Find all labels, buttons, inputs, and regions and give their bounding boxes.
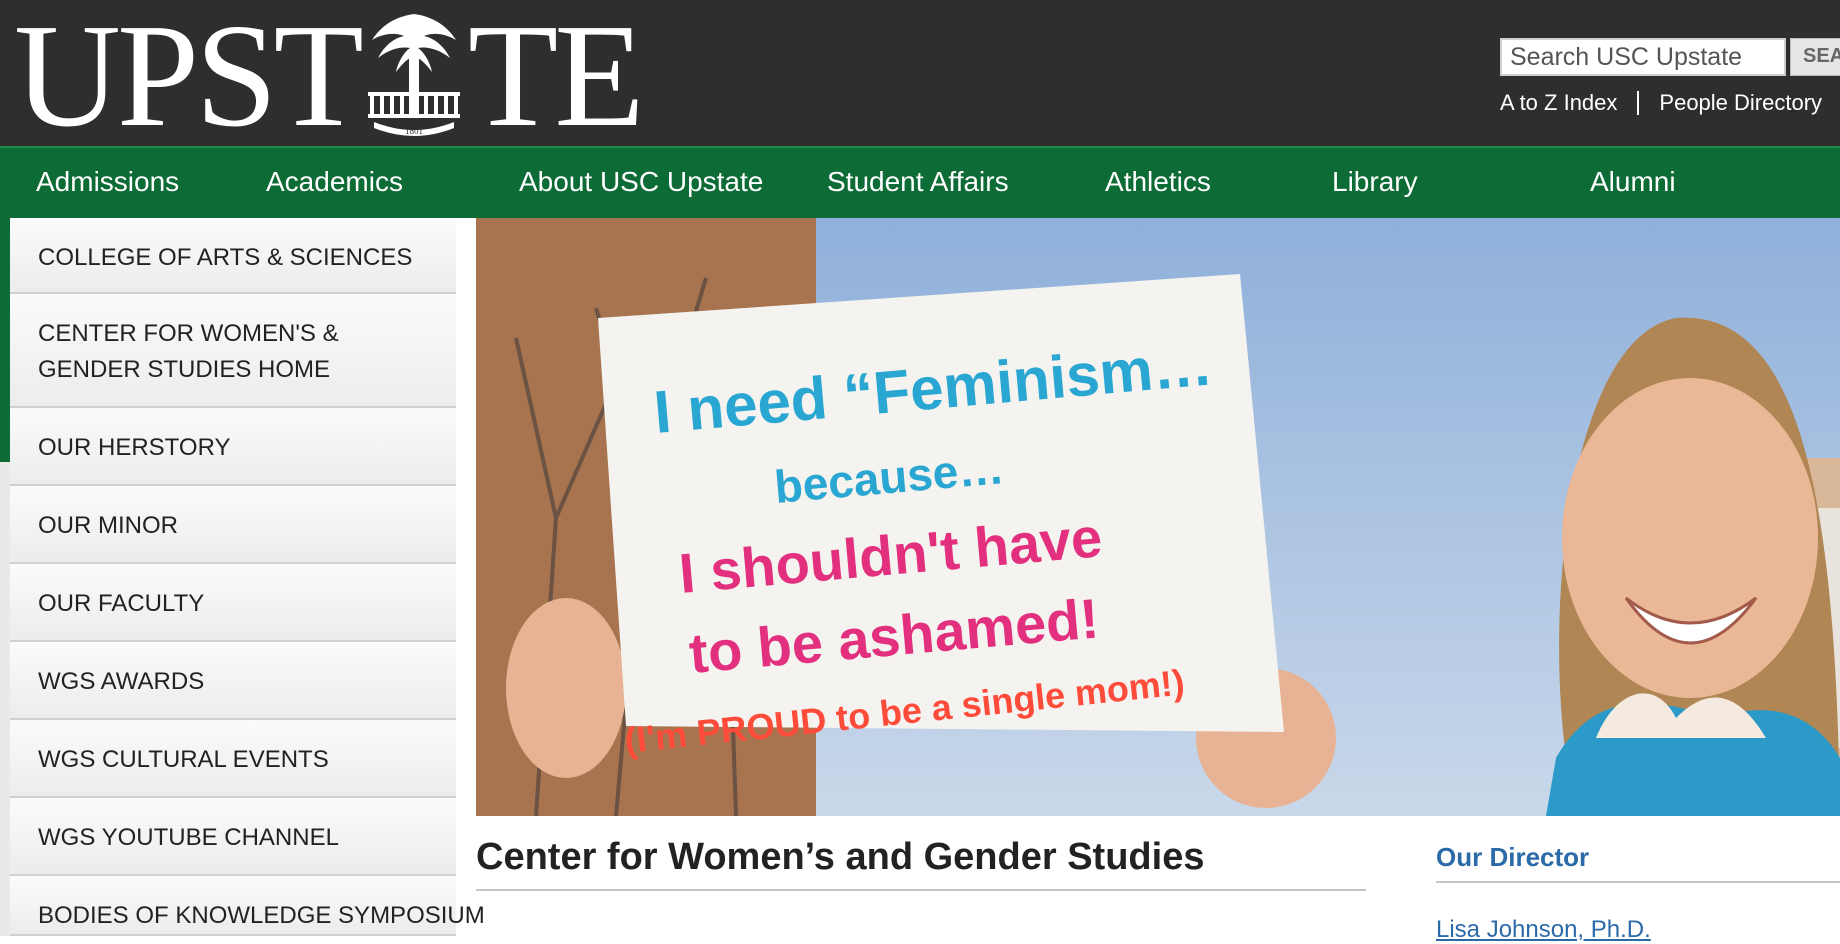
utility-divider bbox=[1637, 91, 1640, 115]
upstate-logo[interactable]: UPST 1801 TE bbox=[14, 2, 645, 150]
sidebar-item-awards[interactable]: WGS AWARDS bbox=[10, 642, 456, 720]
a-to-z-index-link[interactable]: A to Z Index bbox=[1500, 90, 1617, 116]
sidebar-item-herstory[interactable]: OUR HERSTORY bbox=[10, 408, 456, 486]
nav-student-affairs[interactable]: Student Affairs bbox=[827, 166, 1009, 198]
sidebar-item-minor[interactable]: OUR MINOR bbox=[10, 486, 456, 564]
sidebar-item-college[interactable]: COLLEGE OF ARTS & SCIENCES bbox=[10, 218, 456, 294]
nav-admissions[interactable]: Admissions bbox=[36, 166, 179, 198]
page-title: Center for Women’s and Gender Studies bbox=[476, 836, 1366, 891]
people-directory-link[interactable]: People Directory bbox=[1659, 90, 1822, 116]
nav-academics[interactable]: Academics bbox=[266, 166, 403, 198]
hero-photo-illustration: I need “Feminism… because… I shouldn't h… bbox=[476, 218, 1840, 816]
nav-about[interactable]: About USC Upstate bbox=[519, 166, 763, 198]
director-name-link[interactable]: Lisa Johnson, Ph.D. bbox=[1436, 916, 1651, 944]
nav-athletics[interactable]: Athletics bbox=[1105, 166, 1211, 198]
sidebar-item-symposium[interactable]: BODIES OF KNOWLEDGE SYMPOSIUM bbox=[10, 876, 485, 936]
search-button[interactable]: SEA bbox=[1790, 38, 1840, 76]
sidebar-item-cultural-events[interactable]: WGS CULTURAL EVENTS bbox=[10, 720, 456, 798]
sidebar-item-home[interactable]: CENTER FOR WOMEN'S & GENDER STUDIES HOME bbox=[10, 294, 456, 408]
nav-library[interactable]: Library bbox=[1332, 166, 1418, 198]
logo-text-right: TE bbox=[467, 0, 645, 158]
utility-links: A to Z Index People Directory bbox=[1500, 88, 1822, 118]
sidebar-item-faculty[interactable]: OUR FACULTY bbox=[10, 564, 456, 642]
sidebar-accent-lower bbox=[0, 462, 10, 936]
sidebar-menu: COLLEGE OF ARTS & SCIENCES CENTER FOR WO… bbox=[10, 218, 485, 936]
nav-alumni[interactable]: Alumni bbox=[1590, 166, 1676, 198]
logo-text-left: UPST bbox=[14, 0, 364, 158]
logo-year: 1801 bbox=[405, 126, 423, 136]
hero-image: I need “Feminism… because… I shouldn't h… bbox=[476, 218, 1840, 816]
sidebar-item-youtube[interactable]: WGS YOUTUBE CHANNEL bbox=[10, 798, 456, 876]
site-header: UPST 1801 TE SEA A to Z Index People Dir… bbox=[0, 0, 1840, 150]
main-nav: Admissions Academics About USC Upstate S… bbox=[0, 146, 1840, 218]
search-input[interactable] bbox=[1500, 38, 1786, 76]
sidebar-accent bbox=[0, 218, 10, 462]
director-heading: Our Director bbox=[1436, 842, 1840, 883]
palmetto-tree-icon: 1801 bbox=[367, 14, 460, 136]
